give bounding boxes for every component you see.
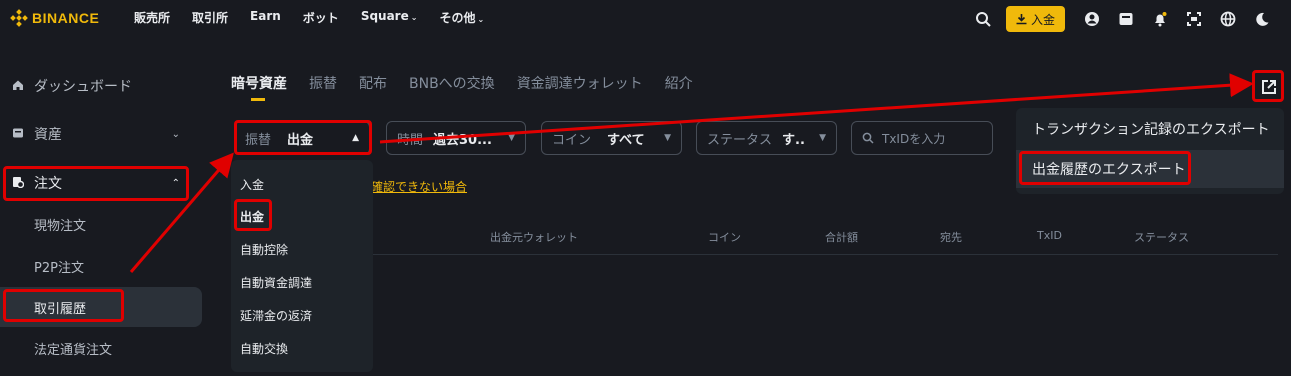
sidebar-item-label: 資産 — [34, 127, 62, 143]
sidebar-sub-fiat-orders[interactable]: 法定通貨注文 — [0, 328, 202, 368]
tab-transfer[interactable]: 振替 — [309, 73, 337, 97]
col-status: ステータス — [1134, 231, 1189, 244]
table-divider — [231, 254, 1278, 255]
export-button[interactable] — [1258, 76, 1280, 98]
type-filter-label: 振替 — [245, 132, 272, 148]
deposit-label: 入金 — [1030, 12, 1055, 27]
sidebar-sub-trade-history[interactable]: 取引履歴 — [0, 287, 202, 327]
wallet-icon[interactable] — [1109, 7, 1143, 31]
caret-down-icon: ▼ — [664, 133, 671, 143]
sidebar-sub-p2p-orders[interactable]: P2P注文 — [0, 246, 202, 286]
nav-more-label: その他 — [439, 11, 476, 25]
export-menu: トランザクション記録のエクスポート 出金履歴のエクスポート — [1016, 108, 1284, 194]
orders-icon — [12, 176, 26, 191]
chevron-down-icon: ⌄ — [477, 15, 485, 24]
dropdown-option-auto-deduct[interactable]: 自動控除 — [240, 241, 288, 258]
coin-filter-value: すべて — [607, 132, 645, 148]
sidebar-item-label: 注文 — [34, 176, 62, 192]
home-icon — [12, 79, 26, 94]
coin-filter[interactable]: コイン すべて ▼ — [541, 121, 682, 155]
type-dropdown-menu: 入金 出金 自動控除 自動資金調達 延滞金の返済 自動交換 — [231, 160, 373, 372]
nav-square[interactable]: Square ⌄ — [361, 9, 418, 26]
tab-bnb-convert[interactable]: BNBへの交換 — [409, 73, 495, 97]
top-bar: BINANCE 販売所 取引所 Earn ボット Square ⌄ その他 ⌄ 入金 — [0, 0, 1291, 36]
deposit-button[interactable]: 入金 — [1005, 6, 1065, 32]
globe-icon[interactable] — [1211, 7, 1245, 31]
bell-icon[interactable] — [1143, 7, 1177, 31]
history-tabs: 暗号資産 振替 配布 BNBへの交換 資金調達ウォレット 紹介 — [231, 73, 715, 101]
user-icon[interactable] — [1075, 7, 1109, 31]
wallet-icon — [12, 127, 26, 142]
sidebar-sub-spot-orders[interactable]: 現物注文 — [0, 204, 202, 244]
caret-down-icon: ▼ — [819, 133, 826, 143]
dropdown-option-withdraw[interactable]: 出金 — [240, 208, 264, 225]
col-txid: TxID — [1037, 229, 1062, 242]
search-icon[interactable] — [966, 7, 1000, 31]
nav-torihikisho[interactable]: 取引所 — [192, 9, 228, 26]
dropdown-option-auto-funding[interactable]: 自動資金調達 — [240, 274, 312, 291]
export-transaction-records[interactable]: トランザクション記録のエクスポート — [1016, 110, 1284, 148]
sidebar-item-assets[interactable]: 資産 ⌄ — [0, 114, 200, 154]
status-filter-label: ステータス — [707, 132, 773, 148]
scan-icon[interactable] — [1177, 7, 1211, 31]
type-filter-value: 出金 — [287, 132, 314, 148]
dropdown-option-auto-convert[interactable]: 自動交換 — [240, 340, 288, 357]
tab-distribution[interactable]: 配布 — [359, 73, 387, 97]
time-filter[interactable]: 時間 過去30... ▼ — [386, 121, 526, 155]
export-icon — [1262, 80, 1276, 94]
chevron-down-icon: ⌄ — [410, 13, 418, 22]
dropdown-option-overdue-repay[interactable]: 延滞金の返済 — [240, 307, 312, 324]
sidebar-item-dashboard[interactable]: ダッシュボード — [0, 66, 200, 106]
nav-more[interactable]: その他 ⌄ — [439, 9, 484, 26]
col-coin: コイン — [708, 231, 741, 244]
binance-logo-icon — [10, 9, 28, 27]
sidebar-item-label: ダッシュボード — [34, 79, 132, 95]
export-withdrawal-history[interactable]: 出金履歴のエクスポート — [1016, 150, 1284, 188]
chevron-up-icon: ⌃ — [171, 177, 180, 189]
chevron-down-icon: ⌄ — [171, 128, 180, 140]
txid-placeholder: TxIDを入力 — [882, 131, 946, 146]
search-icon — [862, 132, 874, 144]
col-amount: 合計額 — [825, 231, 858, 244]
nav-square-label: Square — [360, 9, 409, 23]
tab-crypto[interactable]: 暗号資産 — [231, 73, 287, 101]
tab-referral[interactable]: 紹介 — [665, 73, 693, 97]
logo-text: BINANCE — [32, 10, 100, 26]
coin-filter-label: コイン — [552, 132, 592, 148]
time-filter-label: 時間 — [397, 132, 424, 148]
dropdown-option-deposit[interactable]: 入金 — [240, 176, 264, 193]
sidebar-item-orders[interactable]: 注文 ⌃ — [0, 163, 200, 203]
caret-down-icon: ▼ — [508, 133, 515, 143]
time-filter-value: 過去30... — [433, 132, 492, 148]
help-link[interactable]: 確認できない場合 — [371, 178, 467, 195]
header-actions: 入金 — [966, 6, 1279, 32]
nav-earn[interactable]: Earn — [250, 9, 281, 26]
col-destination: 宛先 — [940, 231, 962, 244]
download-icon — [1016, 13, 1027, 24]
tab-funding-wallet[interactable]: 資金調達ウォレット — [517, 73, 643, 97]
main-nav: 販売所 取引所 Earn ボット Square ⌄ その他 ⌄ — [134, 9, 506, 26]
status-filter[interactable]: ステータス す.. ▼ — [696, 121, 837, 155]
moon-icon[interactable] — [1245, 7, 1279, 31]
caret-up-icon: ▲ — [352, 133, 359, 143]
type-filter[interactable]: 振替 出金 ▲ — [234, 121, 370, 155]
nav-bot[interactable]: ボット — [303, 9, 339, 26]
col-source-wallet: 出金元ウォレット — [490, 231, 578, 244]
txid-search-input[interactable]: TxIDを入力 — [851, 121, 993, 155]
nav-hanbaisho[interactable]: 販売所 — [134, 9, 170, 26]
binance-logo[interactable]: BINANCE — [10, 9, 99, 27]
status-filter-value: す.. — [782, 132, 805, 148]
